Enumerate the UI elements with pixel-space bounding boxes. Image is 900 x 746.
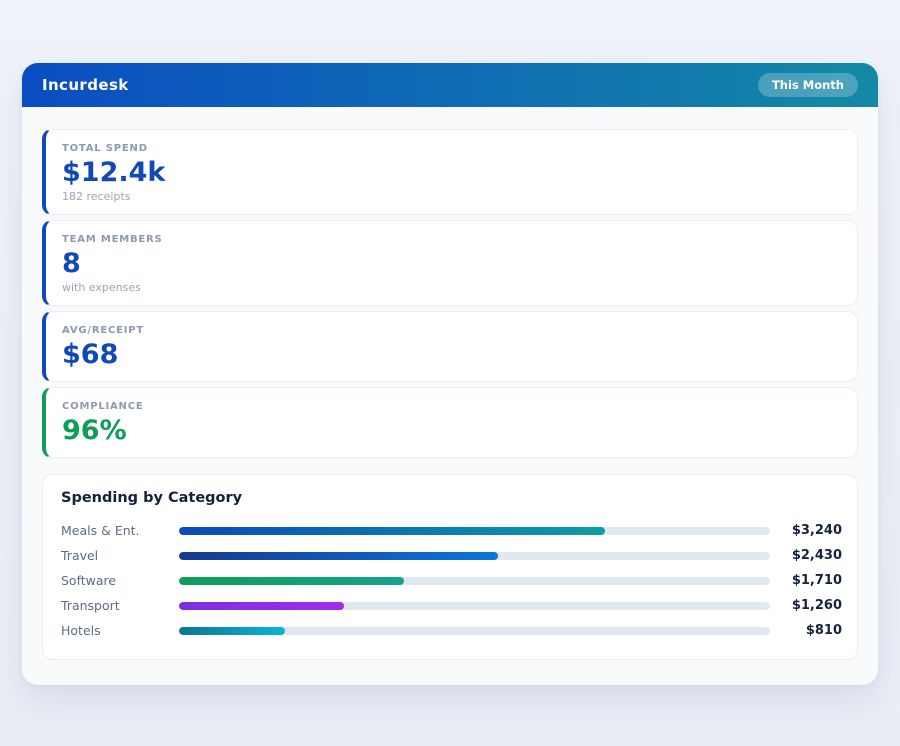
bar-track xyxy=(179,527,770,535)
bar-fill-travel xyxy=(179,552,498,560)
stat-sub: with expenses xyxy=(62,281,841,294)
spend-row-transport: Transport $1,260 xyxy=(61,593,842,618)
stat-card-compliance: COMPLIANCE 96% xyxy=(42,387,858,458)
category-label: Meals & Ent. xyxy=(61,523,179,538)
dashboard-panel: Incurdesk This Month TOTAL SPEND $12.4k … xyxy=(22,63,878,685)
stat-card-team-members: TEAM MEMBERS 8 with expenses xyxy=(42,220,858,306)
category-amount: $2,430 xyxy=(770,548,842,563)
bar-track xyxy=(179,602,770,610)
category-label: Travel xyxy=(61,548,179,563)
category-amount: $810 xyxy=(770,623,842,638)
category-label: Transport xyxy=(61,598,179,613)
spend-row-hotels: Hotels $810 xyxy=(61,618,842,643)
stat-value: 96% xyxy=(62,415,841,446)
stat-value: $68 xyxy=(62,339,841,370)
category-amount: $3,240 xyxy=(770,523,842,538)
spending-by-category-card: Spending by Category Meals & Ent. $3,240… xyxy=(42,474,858,660)
period-badge[interactable]: This Month xyxy=(758,73,858,97)
bar-track xyxy=(179,627,770,635)
app-title: Incurdesk xyxy=(42,76,129,94)
category-label: Hotels xyxy=(61,623,179,638)
spend-row-travel: Travel $2,430 xyxy=(61,543,842,568)
category-amount: $1,260 xyxy=(770,598,842,613)
stat-label: TEAM MEMBERS xyxy=(62,234,841,245)
stat-label: COMPLIANCE xyxy=(62,401,841,412)
stat-card-total-spend: TOTAL SPEND $12.4k 182 receipts xyxy=(42,129,858,215)
stat-value: 8 xyxy=(62,248,841,279)
category-amount: $1,710 xyxy=(770,573,842,588)
stat-sub: 182 receipts xyxy=(62,190,841,203)
stat-value: $12.4k xyxy=(62,157,841,188)
bar-fill-hotels xyxy=(179,627,285,635)
panel-body: TOTAL SPEND $12.4k 182 receipts TEAM MEM… xyxy=(22,107,878,680)
stat-label: TOTAL SPEND xyxy=(62,143,841,154)
spend-row-software: Software $1,710 xyxy=(61,568,842,593)
bar-track xyxy=(179,577,770,585)
bar-fill-transport xyxy=(179,602,344,610)
app-header: Incurdesk This Month xyxy=(22,63,878,107)
stat-card-avg-receipt: AVG/RECEIPT $68 xyxy=(42,311,858,382)
spend-row-meals: Meals & Ent. $3,240 xyxy=(61,518,842,543)
stat-label: AVG/RECEIPT xyxy=(62,325,841,336)
spending-title: Spending by Category xyxy=(61,490,842,506)
category-label: Software xyxy=(61,573,179,588)
bar-fill-software xyxy=(179,577,404,585)
bar-fill-meals xyxy=(179,527,605,535)
bar-track xyxy=(179,552,770,560)
